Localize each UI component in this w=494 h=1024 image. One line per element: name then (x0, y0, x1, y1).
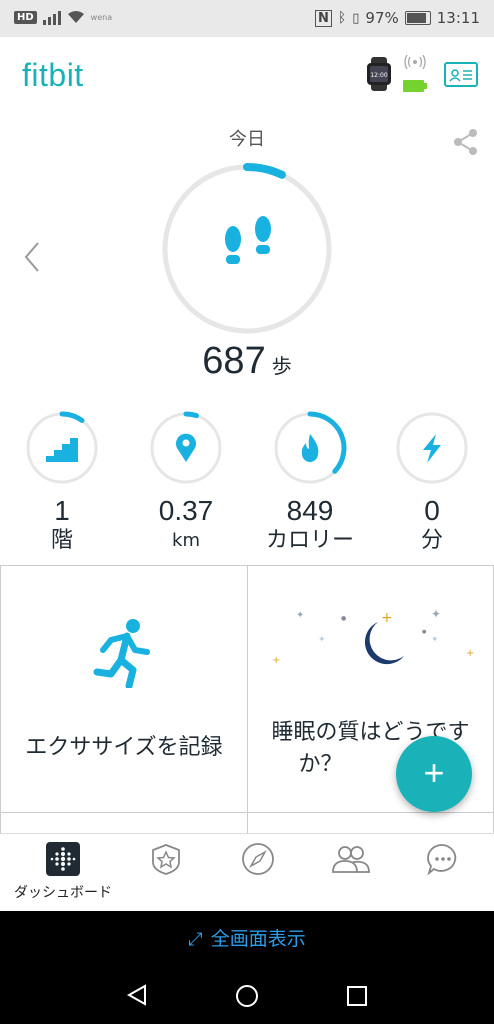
svg-text:✦: ✦ (431, 635, 439, 645)
running-icon (93, 619, 150, 688)
stat-floors[interactable]: 1 階 (7, 410, 117, 556)
svg-text:12:00: 12:00 (370, 72, 387, 79)
steps-value: 687 (202, 340, 266, 382)
silent-icon: ▯ (352, 10, 360, 26)
steps-count: 687 歩 (0, 340, 494, 383)
recents-icon[interactable] (346, 985, 368, 1007)
floors-unit: 階 (50, 528, 73, 553)
chevron-left-icon[interactable] (20, 240, 44, 274)
next-tile-right (247, 813, 494, 835)
clock: 13:11 (436, 9, 480, 27)
tab-community[interactable] (302, 842, 400, 880)
location-pin-icon (176, 433, 196, 462)
floors-progress-arc (59, 411, 85, 423)
chat-icon (427, 844, 457, 876)
floors-ring (26, 411, 98, 484)
calories-ring (274, 411, 347, 484)
bluetooth-icon: ᛒ (337, 10, 347, 26)
stat-active-minutes[interactable]: 0 分 (377, 410, 487, 556)
lightning-icon (423, 434, 441, 463)
home-icon[interactable] (235, 984, 259, 1008)
bottom-tab-bar: ダッシュボード (0, 833, 494, 912)
status-bar: HD wena N ᛒ ▯ 97% 13:11 (0, 0, 494, 37)
tab-challenges[interactable] (117, 842, 215, 880)
svg-text:✦: ✦ (431, 607, 441, 621)
svg-text:+: + (272, 655, 280, 666)
fullscreen-label: 全画面表示 (210, 928, 306, 950)
smartwatch-icon[interactable]: 12:00 (362, 57, 396, 91)
device-sync-icon (404, 55, 426, 69)
nfc-icon: N (314, 9, 332, 27)
svg-text:✦: ✦ (296, 610, 304, 621)
distance-ring (150, 411, 222, 484)
carrier-text: wena (90, 12, 113, 22)
community-icon (332, 846, 370, 873)
svg-text:+: + (466, 648, 474, 659)
day-title: 今日 (229, 129, 265, 150)
discover-compass-icon (242, 843, 274, 875)
fullscreen-bar[interactable]: ⤢ 全画面表示 (0, 911, 494, 967)
stairs-icon (46, 438, 78, 462)
steps-ring[interactable] (161, 163, 333, 335)
back-icon[interactable] (126, 984, 148, 1006)
svg-text:●: ● (341, 615, 346, 622)
stat-distance[interactable]: 0.37 km (131, 410, 241, 556)
wifi-icon (67, 11, 84, 23)
floors-value: 1 (54, 495, 70, 526)
calories-unit: カロリー (265, 528, 354, 553)
profile-card-icon[interactable] (444, 62, 478, 87)
flame-icon (301, 434, 319, 462)
sleep-moon-icon: ✦ + ✦ ✦ ✦ + + ● ● (272, 607, 474, 666)
expand-icon: ⤢ (188, 929, 203, 950)
fitbit-logo: fitbit (22, 57, 84, 93)
dashboard-icon (46, 842, 80, 876)
svg-text:●: ● (422, 629, 427, 635)
svg-text:+: + (381, 610, 393, 626)
sleep-label-line1: 睡眠の質はどうです (271, 720, 470, 745)
svg-text:✦: ✦ (318, 635, 326, 645)
battery-percent: 97% (365, 9, 399, 27)
challenges-star-icon (152, 844, 180, 875)
app-bar: fitbit 12:00 (0, 37, 494, 117)
battery-icon (404, 11, 431, 25)
distance-value: 0.37 (158, 495, 214, 526)
system-nav-bar (0, 967, 494, 1024)
tab-chat[interactable] (394, 842, 492, 880)
stat-calories[interactable]: 849 カロリー (255, 410, 365, 556)
signal-icon (42, 9, 61, 25)
distance-unit: km (172, 530, 200, 551)
active-minutes-value: 0 (424, 495, 440, 526)
footsteps-icon (225, 216, 271, 264)
add-button[interactable]: + (396, 736, 472, 812)
steps-progress-arc (243, 163, 286, 179)
active-minutes-ring (396, 412, 468, 484)
tab-dashboard-label: ダッシュボード (14, 885, 112, 901)
tab-discover[interactable] (209, 842, 307, 880)
distance-progress-arc (183, 411, 200, 419)
share-icon[interactable] (452, 128, 480, 156)
next-tile-left (0, 813, 248, 835)
calories-value: 849 (286, 495, 334, 526)
active-minutes-unit: 分 (420, 528, 443, 553)
steps-unit: 歩 (271, 354, 292, 378)
hd-icon: HD (14, 10, 37, 24)
device-battery-icon (403, 80, 427, 92)
tab-dashboard[interactable]: ダッシュボード (14, 842, 112, 902)
